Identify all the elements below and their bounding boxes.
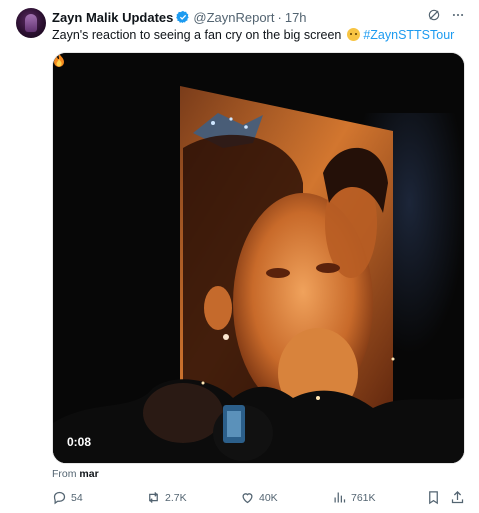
grok-icon[interactable] [427,8,441,22]
avatar[interactable] [16,8,46,38]
bookmark-button[interactable] [426,490,441,505]
like-count: 40K [259,491,278,504]
bookmark-icon [429,491,438,505]
views-icon [334,492,346,503]
verified-badge-icon [176,10,190,24]
timestamp[interactable]: 17h [285,10,307,25]
tweet-body: Zayn's reaction to seeing a fan cry on t… [52,28,342,42]
attribution-source[interactable]: mar [79,468,98,480]
author-handle[interactable]: @ZaynReport [193,10,274,25]
repost-icon [149,492,158,503]
tweet-card[interactable]: Zayn Malik Updates @ZaynReport · 17h Zay… [0,0,479,513]
video-player[interactable]: 0:08 [52,52,465,464]
views-button[interactable]: 761K [332,490,376,505]
tweet-header: Zayn Malik Updates @ZaynReport · 17h [52,8,465,26]
reply-button[interactable]: 54 [52,490,83,505]
more-icon[interactable] [451,8,465,22]
avatar-figure [25,14,37,32]
repost-count: 2.7K [165,491,187,504]
attribution-prefix: From [52,468,77,480]
like-button[interactable]: 40K [240,490,278,505]
view-count: 761K [351,491,376,504]
reply-icon [53,491,66,505]
share-icon [451,490,464,504]
header-actions [427,8,465,22]
video-frame [53,53,464,463]
video-duration: 0:08 [67,435,92,449]
reply-count: 54 [71,491,83,504]
fire-emoji-icon [54,53,64,67]
like-icon [242,493,253,504]
tweet-text: Zayn's reaction to seeing a fan cry on t… [52,27,465,43]
hashtag-link[interactable]: #ZaynSTTSTour [363,28,454,42]
media-attribution: From mar [52,468,99,480]
teary-face-emoji-icon [346,28,360,41]
share-button[interactable] [450,490,465,505]
repost-button[interactable]: 2.7K [146,490,187,505]
action-bar: 54 2.7K 40K 761K [52,490,467,508]
separator-dot: · [277,9,282,25]
author-name[interactable]: Zayn Malik Updates [52,10,173,25]
